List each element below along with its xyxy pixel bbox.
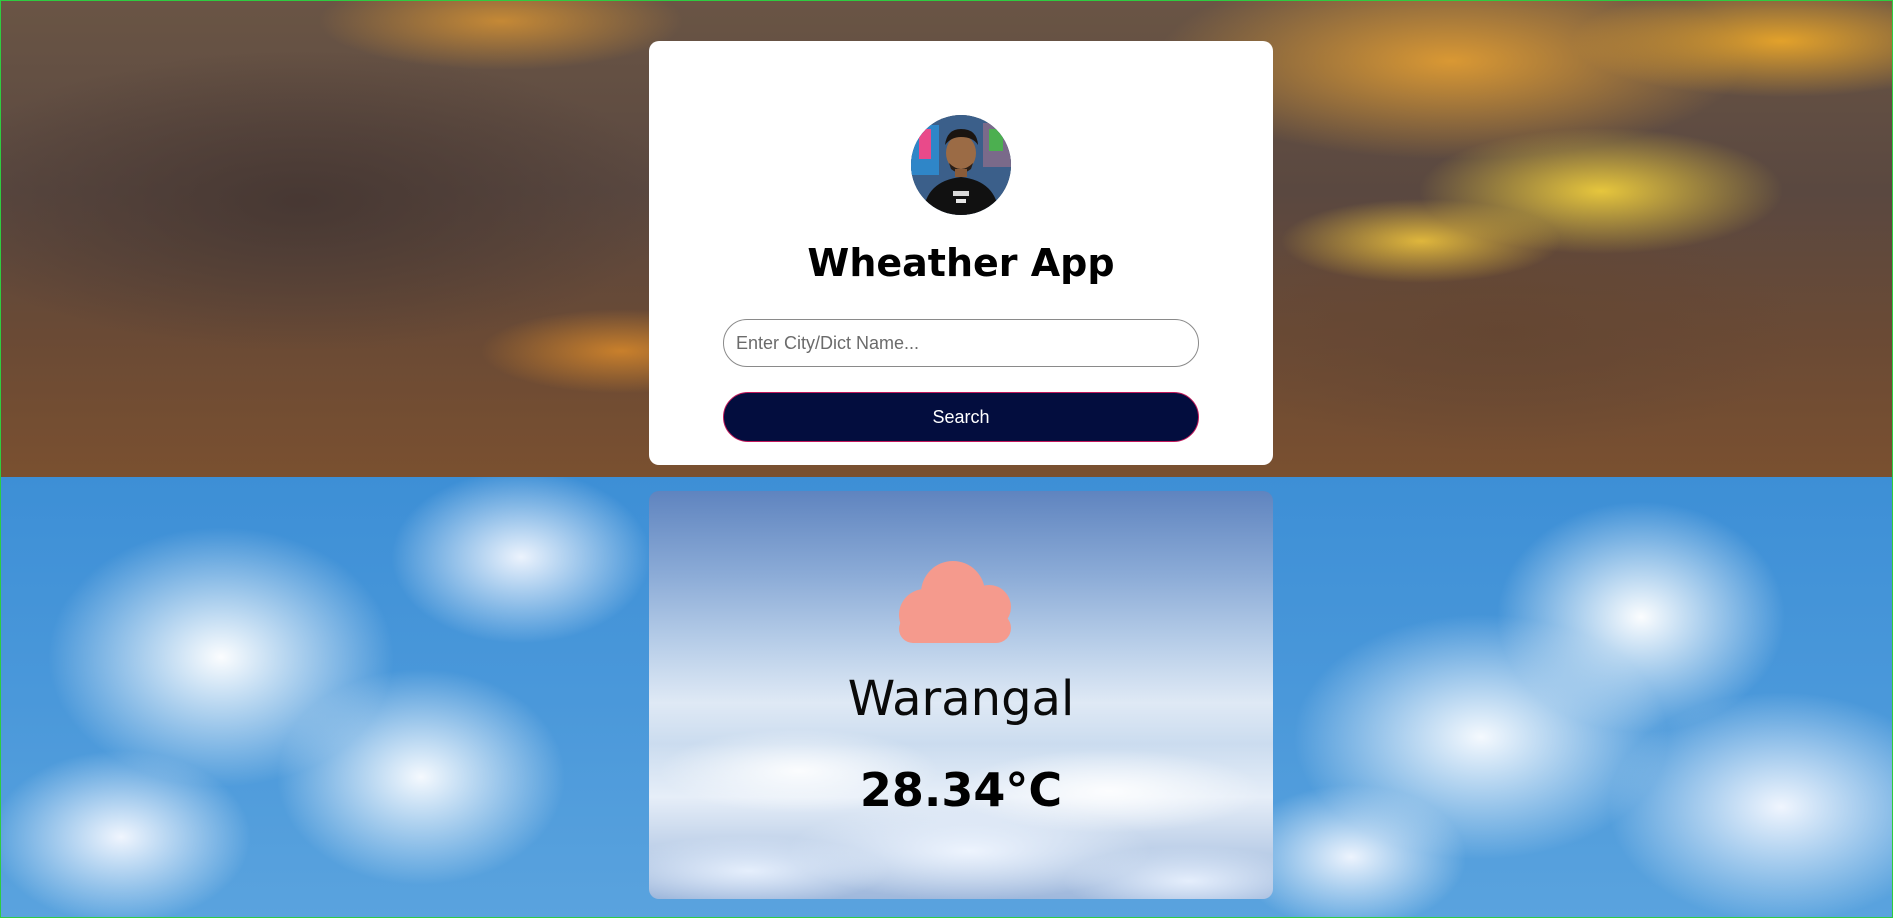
search-button[interactable]: Search	[723, 392, 1199, 442]
cloud-icon	[899, 561, 1011, 643]
avatar-photo-icon	[911, 115, 1011, 215]
temperature-value: 28.34°C	[859, 763, 1063, 817]
weather-card: Warangal 28.34°C	[649, 491, 1273, 899]
page: Wheather App Search Warangal 28.34°C	[0, 0, 1893, 918]
avatar	[911, 115, 1011, 215]
search-card: Wheather App Search	[649, 41, 1273, 465]
city-name: Warangal	[847, 671, 1075, 727]
page-title: Wheather App	[807, 241, 1115, 285]
search-input[interactable]	[723, 319, 1199, 367]
